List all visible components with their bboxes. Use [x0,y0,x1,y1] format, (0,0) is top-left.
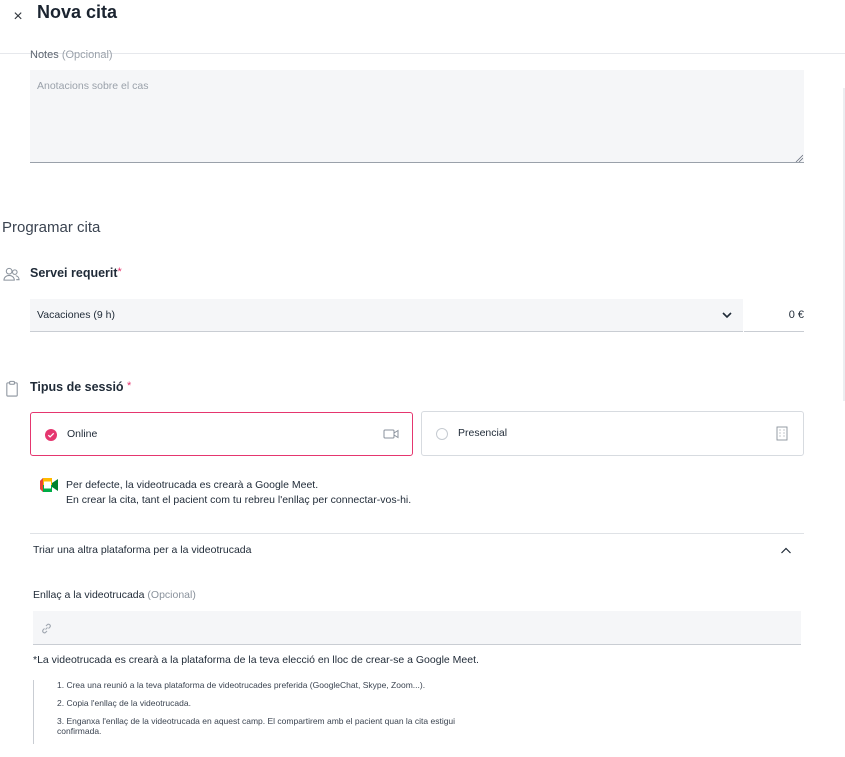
session-type-label: Tipus de sessió * [30,380,131,394]
building-icon [776,426,788,441]
instruction-step: 3. Enganxa l'enllaç de la videotrucada e… [57,716,456,736]
session-option-presencial[interactable]: Presencial [421,411,804,456]
service-select[interactable]: Vacaciones (9 h) [30,299,743,332]
dialog-header [0,0,845,54]
instructions-list: 1. Crea una reunió a la teva plataforma … [33,680,473,744]
instruction-step: 1. Crea una reunió a la teva plataforma … [57,680,426,690]
platform-note: *La videotrucada es crearà a la platafor… [33,654,479,666]
video-camera-icon [383,429,399,439]
session-option-online[interactable]: Online [30,412,413,456]
users-icon [3,267,20,281]
clipboard-icon [6,380,18,397]
service-required-mark: * [117,266,122,278]
video-link-optional: (Opcional) [147,589,196,601]
radio-online-selected[interactable] [45,429,57,441]
service-price: 0 € [744,299,804,332]
notes-optional: (Opcional) [61,49,113,61]
video-link-label-text: Enllaç a la videotrucada [33,589,145,601]
instruction-step: 2. Copia l'enllaç de la videotrucada. [57,698,191,708]
video-link-label: Enllaç a la videotrucada (Opcional) [33,589,196,601]
option-online-label: Online [67,428,98,440]
dialog-title: Nova cita [37,2,118,22]
google-meet-icon [40,478,58,492]
radio-presencial[interactable] [436,428,448,440]
chevron-up-icon[interactable] [780,546,792,555]
meet-info-line2: En crear la cita, tant el pacient com tu… [66,494,412,506]
accordion-divider [30,533,804,534]
video-link-input[interactable] [33,611,801,645]
meet-info-line1: Per defecte, la videotrucada es crearà a… [66,479,319,491]
chevron-down-icon [722,312,732,319]
service-label: Servei requerit* [30,266,122,280]
notes-textarea[interactable] [30,70,804,163]
notes-label: Notes (Opcional) [30,49,113,61]
close-icon[interactable]: × [10,9,26,25]
service-price-value: 0 € [788,309,804,321]
notes-label-text: Notes [30,49,59,61]
service-selected-value: Vacaciones (9 h) [37,309,116,321]
service-label-text: Servei requerit [30,266,118,280]
link-icon [42,623,51,634]
option-presencial-label: Presencial [458,427,508,439]
resize-grip-icon[interactable] [795,154,803,162]
other-platform-toggle[interactable]: Triar una altra plataforma per a la vide… [33,544,251,556]
schedule-section-title: Programar cita [2,219,101,236]
session-required-mark: * [127,380,132,392]
session-type-label-text: Tipus de sessió [30,380,124,394]
